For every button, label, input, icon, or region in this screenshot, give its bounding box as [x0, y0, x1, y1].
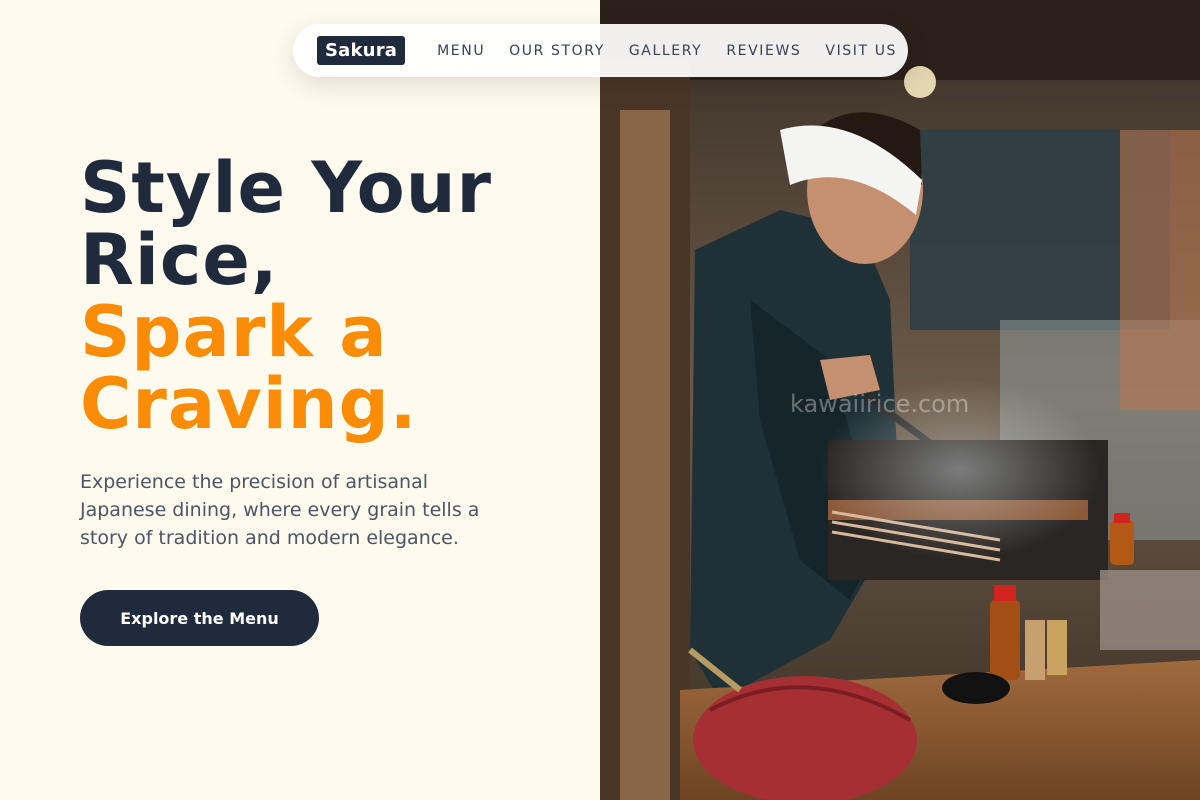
- hero-subtitle: Experience the precision of artisanal Ja…: [80, 471, 480, 549]
- headline-accent-line-1: Spark a: [80, 291, 388, 373]
- headline-accent-line-2: Craving.: [80, 363, 418, 445]
- headline-line-1: Style Your: [80, 147, 493, 229]
- hero-headline: Style Your Rice, Spark a Craving.: [80, 152, 580, 440]
- nav-reviews[interactable]: REVIEWS: [726, 43, 801, 59]
- nav-our-story[interactable]: OUR STORY: [509, 43, 605, 59]
- brand-logo[interactable]: Sakura: [317, 36, 406, 65]
- hero-photo: kawaiirice.com: [600, 0, 1200, 800]
- nav-visit-us[interactable]: VISIT US: [825, 43, 897, 59]
- nav-menu[interactable]: MENU: [437, 43, 485, 59]
- top-navigation: Sakura MENU OUR STORY GALLERY REVIEWS VI…: [293, 24, 908, 77]
- nav-gallery[interactable]: GALLERY: [629, 43, 702, 59]
- photo-watermark: kawaiirice.com: [790, 390, 970, 418]
- headline-line-2: Rice,: [80, 219, 279, 301]
- explore-menu-button[interactable]: Explore the Menu: [80, 590, 319, 646]
- hero-content: Style Your Rice, Spark a Craving. Experi…: [80, 152, 580, 552]
